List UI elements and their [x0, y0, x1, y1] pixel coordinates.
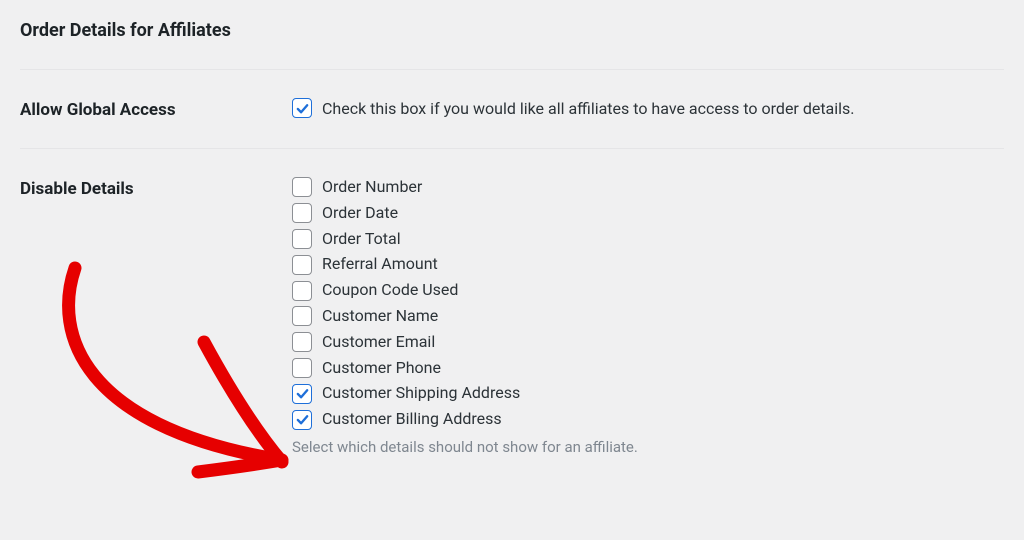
disable-details-label: Disable Details: [20, 177, 292, 199]
disable-details-help: Select which details should not show for…: [292, 438, 1004, 456]
option-label-referral-amount: Referral Amount: [322, 254, 438, 275]
option-referral-amount: Referral Amount: [292, 254, 1004, 275]
option-customer-email: Customer Email: [292, 332, 1004, 353]
option-customer-billing-address: Customer Billing Address: [292, 409, 1004, 430]
allow-global-checkbox[interactable]: [292, 98, 312, 118]
disable-details-option-list: Order Number Order Date Order Total Referra…: [292, 177, 1004, 430]
checkbox-order-number[interactable]: [292, 177, 312, 197]
checkbox-customer-name[interactable]: [292, 306, 312, 326]
option-customer-name: Customer Name: [292, 306, 1004, 327]
checkbox-customer-phone[interactable]: [292, 358, 312, 378]
divider: [20, 69, 1004, 70]
section-title: Order Details for Affiliates: [20, 20, 1004, 41]
option-label-customer-shipping-address: Customer Shipping Address: [322, 383, 520, 404]
checkbox-coupon-code-used[interactable]: [292, 281, 312, 301]
option-label-order-number: Order Number: [322, 177, 422, 198]
checkbox-customer-billing-address[interactable]: [292, 410, 312, 430]
option-customer-shipping-address: Customer Shipping Address: [292, 383, 1004, 404]
option-label-customer-phone: Customer Phone: [322, 358, 441, 379]
checkbox-referral-amount[interactable]: [292, 255, 312, 275]
row-disable-details: Disable Details Order NumberOrder DateOr…: [20, 177, 1004, 456]
option-order-number: Order Number: [292, 177, 1004, 198]
option-label-customer-name: Customer Name: [322, 306, 438, 327]
option-order-date: Order Date: [292, 203, 1004, 224]
allow-global-description: Check this box if you would like all aff…: [322, 99, 855, 118]
option-coupon-code-used: Coupon Code Used: [292, 280, 1004, 301]
divider: [20, 148, 1004, 149]
checkbox-order-total[interactable]: [292, 229, 312, 249]
option-customer-phone: Customer Phone: [292, 358, 1004, 379]
allow-global-label: Allow Global Access: [20, 98, 292, 120]
option-order-total: Order Total: [292, 229, 1004, 250]
option-label-order-total: Order Total: [322, 229, 401, 250]
checkbox-customer-email[interactable]: [292, 332, 312, 352]
checkbox-order-date[interactable]: [292, 203, 312, 223]
option-label-customer-billing-address: Customer Billing Address: [322, 409, 502, 430]
allow-global-content: Check this box if you would like all aff…: [292, 98, 1004, 118]
option-label-customer-email: Customer Email: [322, 332, 435, 353]
disable-details-content: Order Number Order Date Order Total Referra…: [292, 177, 1004, 456]
checkbox-customer-shipping-address[interactable]: [292, 384, 312, 404]
option-label-order-date: Order Date: [322, 203, 398, 224]
option-label-coupon-code-used: Coupon Code Used: [322, 280, 458, 301]
row-allow-global: Allow Global Access Check this box if yo…: [20, 98, 1004, 120]
